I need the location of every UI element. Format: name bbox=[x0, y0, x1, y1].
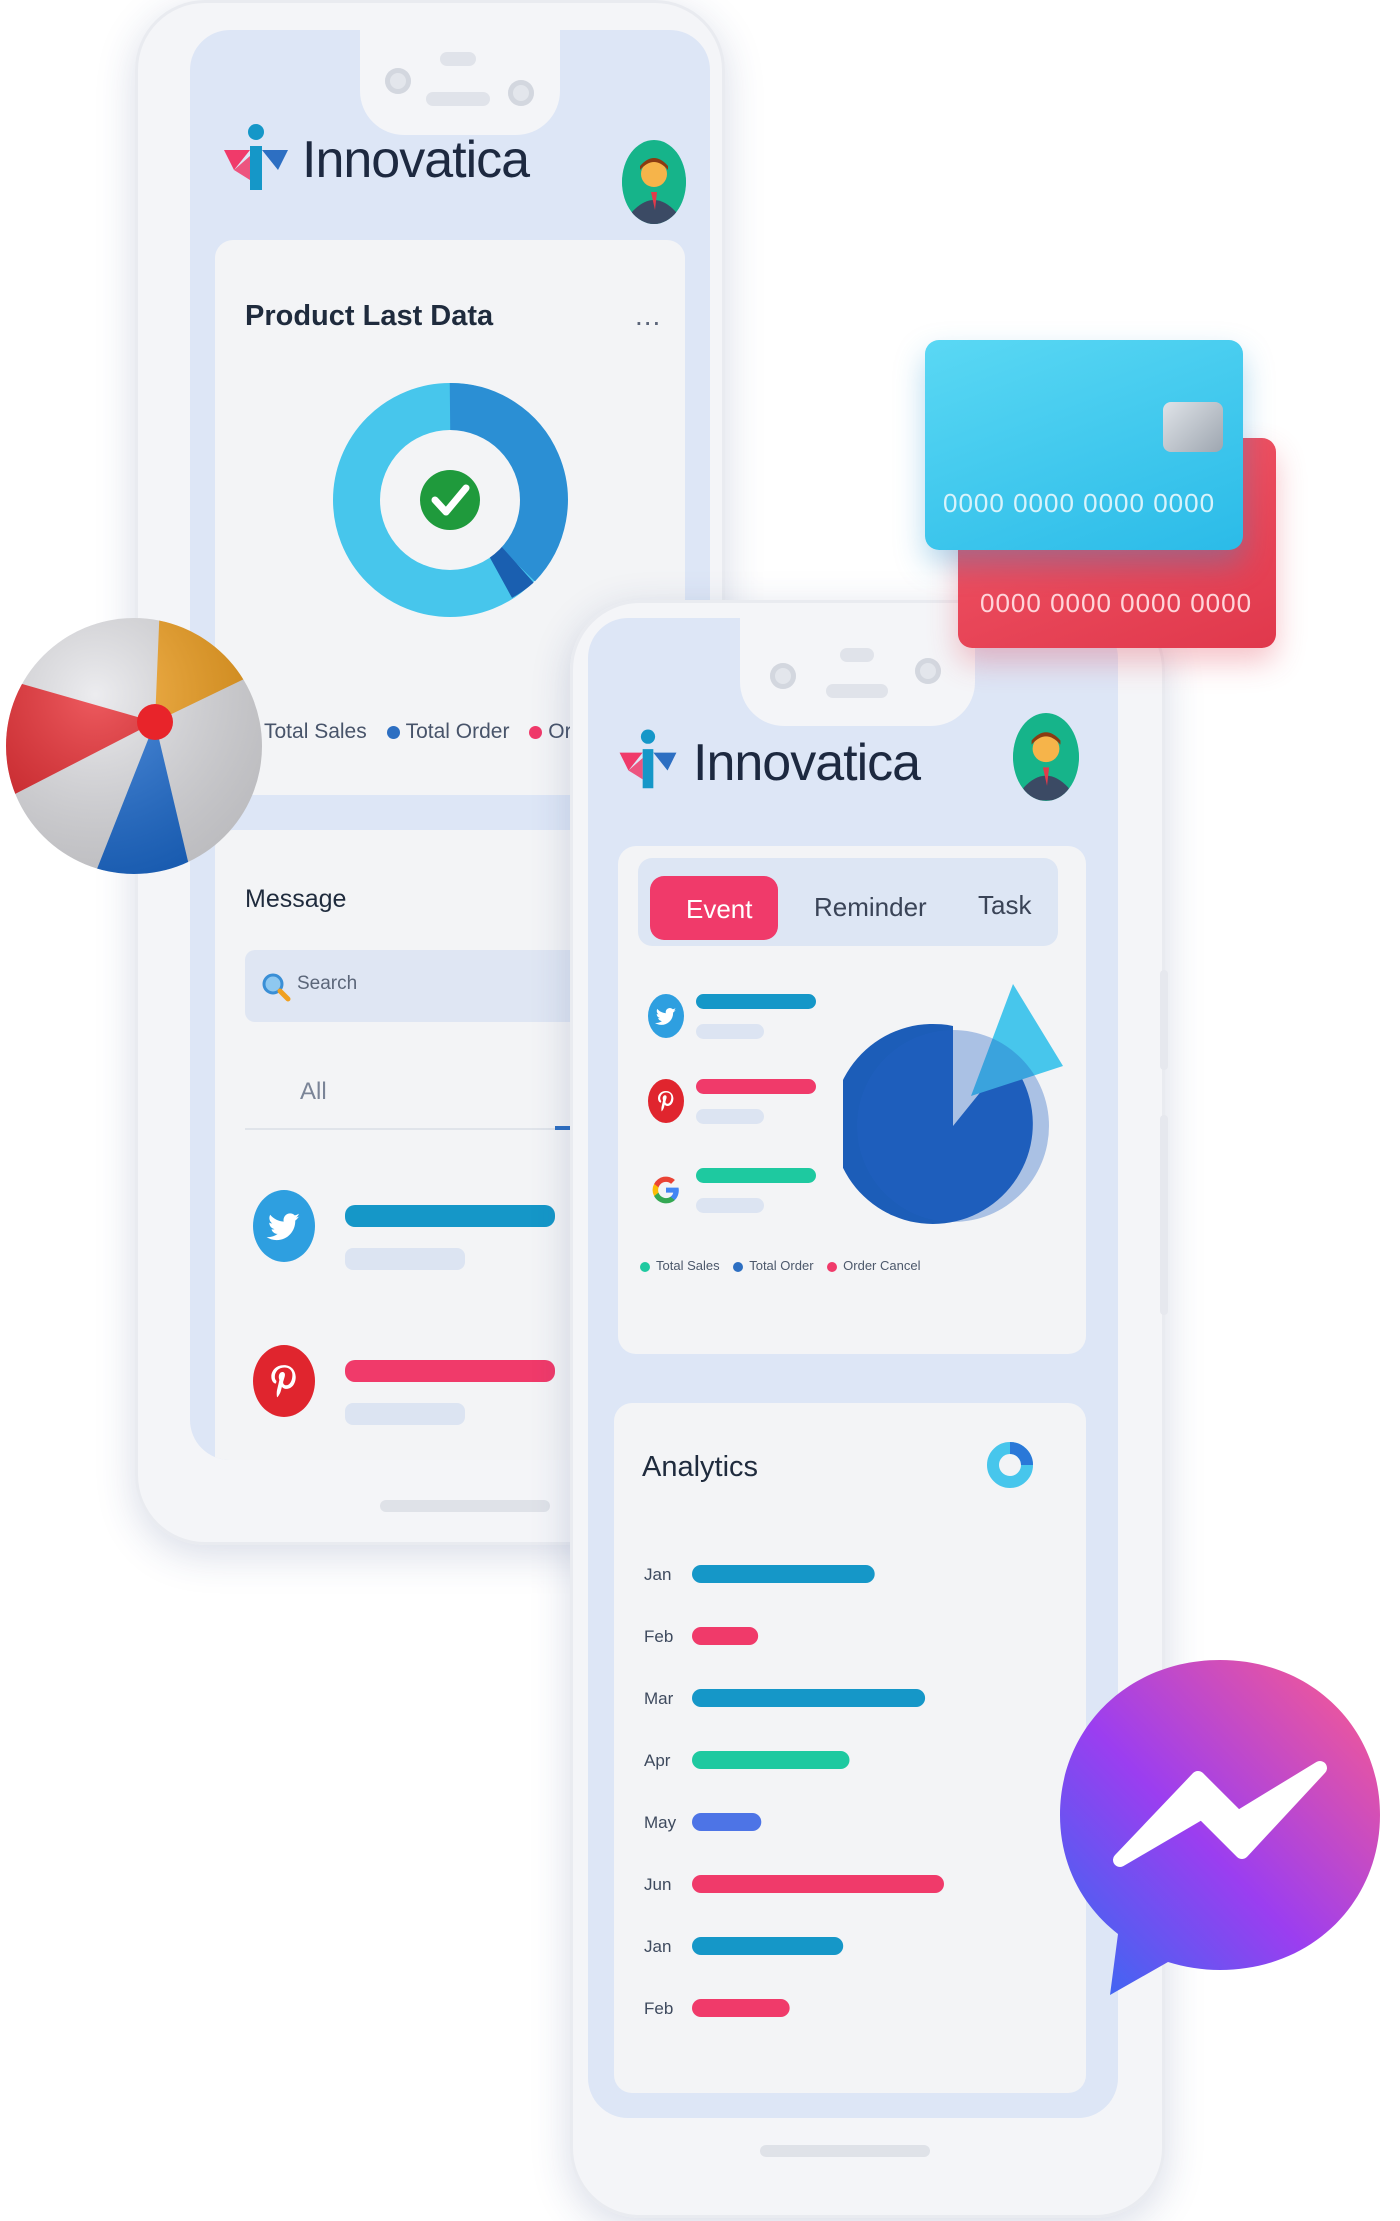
pinterest-icon bbox=[271, 1365, 296, 1398]
google-icon bbox=[652, 1176, 679, 1204]
twitter-message-placeholder bbox=[345, 1248, 465, 1270]
legend-order-cancel: Or bbox=[548, 720, 572, 743]
tab-event[interactable]: Event bbox=[650, 876, 778, 940]
bar-6 bbox=[692, 1937, 844, 1955]
pinterest-icon bbox=[658, 1091, 674, 1112]
pie-chart bbox=[843, 984, 1063, 1224]
tab-all[interactable]: All bbox=[300, 1078, 327, 1106]
avatar[interactable] bbox=[1013, 713, 1079, 801]
front-phone-screen: Innovatica Event Reminder Task Total Sal… bbox=[588, 618, 1118, 2118]
tab-reminder[interactable]: Reminder bbox=[814, 892, 927, 923]
google-bar bbox=[696, 1168, 816, 1183]
front-phone-home-bar bbox=[760, 2145, 930, 2157]
messenger-icon bbox=[1060, 1660, 1380, 1995]
twitter-placeholder bbox=[696, 1024, 764, 1039]
more-menu-button[interactable]: ... bbox=[635, 300, 661, 332]
back-phone-notch bbox=[360, 30, 560, 135]
pinterest-placeholder bbox=[696, 1109, 764, 1124]
pinterest-message-placeholder bbox=[345, 1403, 465, 1425]
red-card-number: 0000 0000 0000 0000 bbox=[980, 588, 1253, 618]
tab-bar: Event Reminder Task bbox=[638, 858, 1058, 946]
brand-name: Innovatica bbox=[693, 734, 921, 792]
bar-label-0: Jan bbox=[644, 1565, 671, 1584]
pinterest-bar bbox=[696, 1079, 816, 1094]
pinterest-message-bar bbox=[345, 1360, 555, 1382]
analytics-title: Analytics bbox=[642, 1451, 759, 1483]
twitter-message-bar bbox=[345, 1205, 555, 1227]
side-button bbox=[1160, 970, 1168, 1070]
pinterest-avatar[interactable] bbox=[648, 1079, 684, 1123]
side-button bbox=[1160, 1115, 1168, 1315]
analytics-bar-chart: Jan Feb Mar Apr May Jun Jan Feb bbox=[644, 1565, 944, 2018]
twitter-avatar[interactable] bbox=[253, 1190, 315, 1262]
avatar-icon bbox=[622, 150, 686, 224]
product-card-title: Product Last Data bbox=[245, 300, 494, 332]
twitter-icon bbox=[655, 1008, 676, 1025]
bar-3 bbox=[692, 1751, 850, 1769]
event-legend: Total Sales Total Order Order Cancel bbox=[640, 1258, 920, 1273]
check-icon bbox=[420, 470, 480, 530]
innovatica-logo-icon bbox=[224, 124, 288, 190]
pinterest-avatar[interactable] bbox=[253, 1345, 315, 1417]
product-legend: Total Sales Total Order Or bbox=[245, 720, 572, 744]
avatar[interactable] bbox=[622, 140, 686, 224]
legend-order-cancel: Order Cancel bbox=[843, 1258, 921, 1273]
innovatica-logo-icon bbox=[619, 729, 677, 789]
bar-0 bbox=[692, 1565, 875, 1583]
bar-label-4: May bbox=[644, 1813, 677, 1832]
bar-1 bbox=[692, 1627, 759, 1645]
twitter-icon bbox=[266, 1213, 300, 1241]
google-placeholder bbox=[696, 1198, 764, 1213]
bar-label-5: Jun bbox=[644, 1875, 671, 1894]
legend-total-order: Total Order bbox=[405, 720, 510, 743]
front-phone-notch bbox=[740, 618, 975, 726]
bar-2 bbox=[692, 1689, 926, 1707]
blue-credit-card: 0000 0000 0000 0000 bbox=[925, 340, 1243, 550]
bar-label-3: Apr bbox=[644, 1751, 671, 1770]
bar-label-6: Jan bbox=[644, 1937, 671, 1956]
bar-label-2: Mar bbox=[644, 1689, 674, 1708]
twitter-avatar[interactable] bbox=[648, 994, 684, 1038]
bar-5 bbox=[692, 1875, 944, 1893]
avatar-icon bbox=[1013, 724, 1079, 801]
credit-card-icon bbox=[1163, 402, 1223, 452]
legend-total-order: Total Order bbox=[749, 1258, 814, 1273]
google-avatar[interactable] bbox=[648, 1168, 684, 1212]
legend-total-sales: Total Sales bbox=[656, 1258, 720, 1273]
bar-label-1: Feb bbox=[644, 1627, 673, 1646]
search-placeholder: Search bbox=[297, 973, 358, 994]
brand-name: Innovatica bbox=[302, 131, 530, 189]
search-icon bbox=[262, 973, 291, 1002]
beach-ball-icon bbox=[6, 618, 262, 874]
message-title: Message bbox=[245, 885, 347, 913]
bar-7 bbox=[692, 1999, 790, 2017]
tab-task[interactable]: Task bbox=[978, 890, 1031, 921]
bar-4 bbox=[692, 1813, 762, 1831]
donut-chart bbox=[333, 382, 568, 617]
legend-total-sales: Total Sales bbox=[264, 720, 367, 743]
analytics-card: Analytics Jan Feb Mar Apr May Jun Jan Feb bbox=[614, 1403, 1086, 2093]
bar-label-7: Feb bbox=[644, 1999, 673, 2018]
donut-mini-icon[interactable] bbox=[984, 1439, 1036, 1491]
blue-card-number: 0000 0000 0000 0000 bbox=[943, 488, 1216, 518]
twitter-bar bbox=[696, 994, 816, 1009]
event-card: Event Reminder Task Total Sales Total Or… bbox=[618, 846, 1086, 1354]
back-phone-home-bar bbox=[380, 1500, 550, 1512]
